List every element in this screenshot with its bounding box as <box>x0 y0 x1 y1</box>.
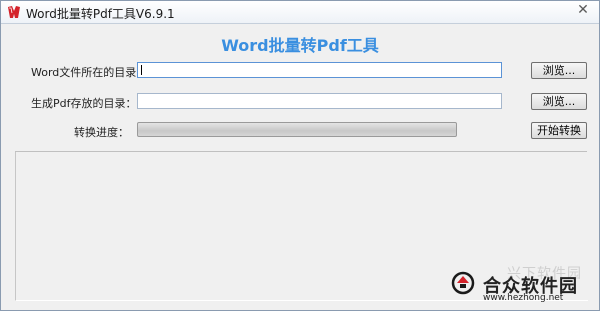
output-dir-input[interactable] <box>137 93 502 109</box>
browse-output-button[interactable]: 浏览... <box>531 93 587 110</box>
page-heading: Word批量转Pdf工具 <box>221 36 379 55</box>
source-dir-input[interactable] <box>137 62 502 78</box>
watermark-url: www.hezhong.net <box>483 293 564 303</box>
window-title: Word批量转Pdf工具V6.9.1 <box>26 7 175 21</box>
progress-label: 转换进度： <box>74 126 129 139</box>
close-button[interactable]: ✕ <box>573 2 593 18</box>
start-convert-button[interactable]: 开始转换 <box>531 122 587 139</box>
text-caret <box>141 65 142 75</box>
site-watermark: 兴下软件园 合众软件园 www.hezhong.net <box>451 263 591 303</box>
title-bar[interactable]: Word批量转Pdf工具V6.9.1 ✕ <box>1 1 599 24</box>
watermark-logo-icon <box>451 271 475 295</box>
conversion-progress-bar <box>137 122 457 137</box>
browse-source-button[interactable]: 浏览... <box>531 62 587 79</box>
app-logo-icon <box>8 6 20 18</box>
app-window: Word批量转Pdf工具V6.9.1 ✕ Word批量转Pdf工具 Word文件… <box>0 0 600 311</box>
close-icon[interactable]: ✕ <box>577 2 589 18</box>
output-dir-label: 生成Pdf存放的目录： <box>31 97 137 110</box>
source-dir-label: Word文件所在的目录： <box>31 66 148 79</box>
